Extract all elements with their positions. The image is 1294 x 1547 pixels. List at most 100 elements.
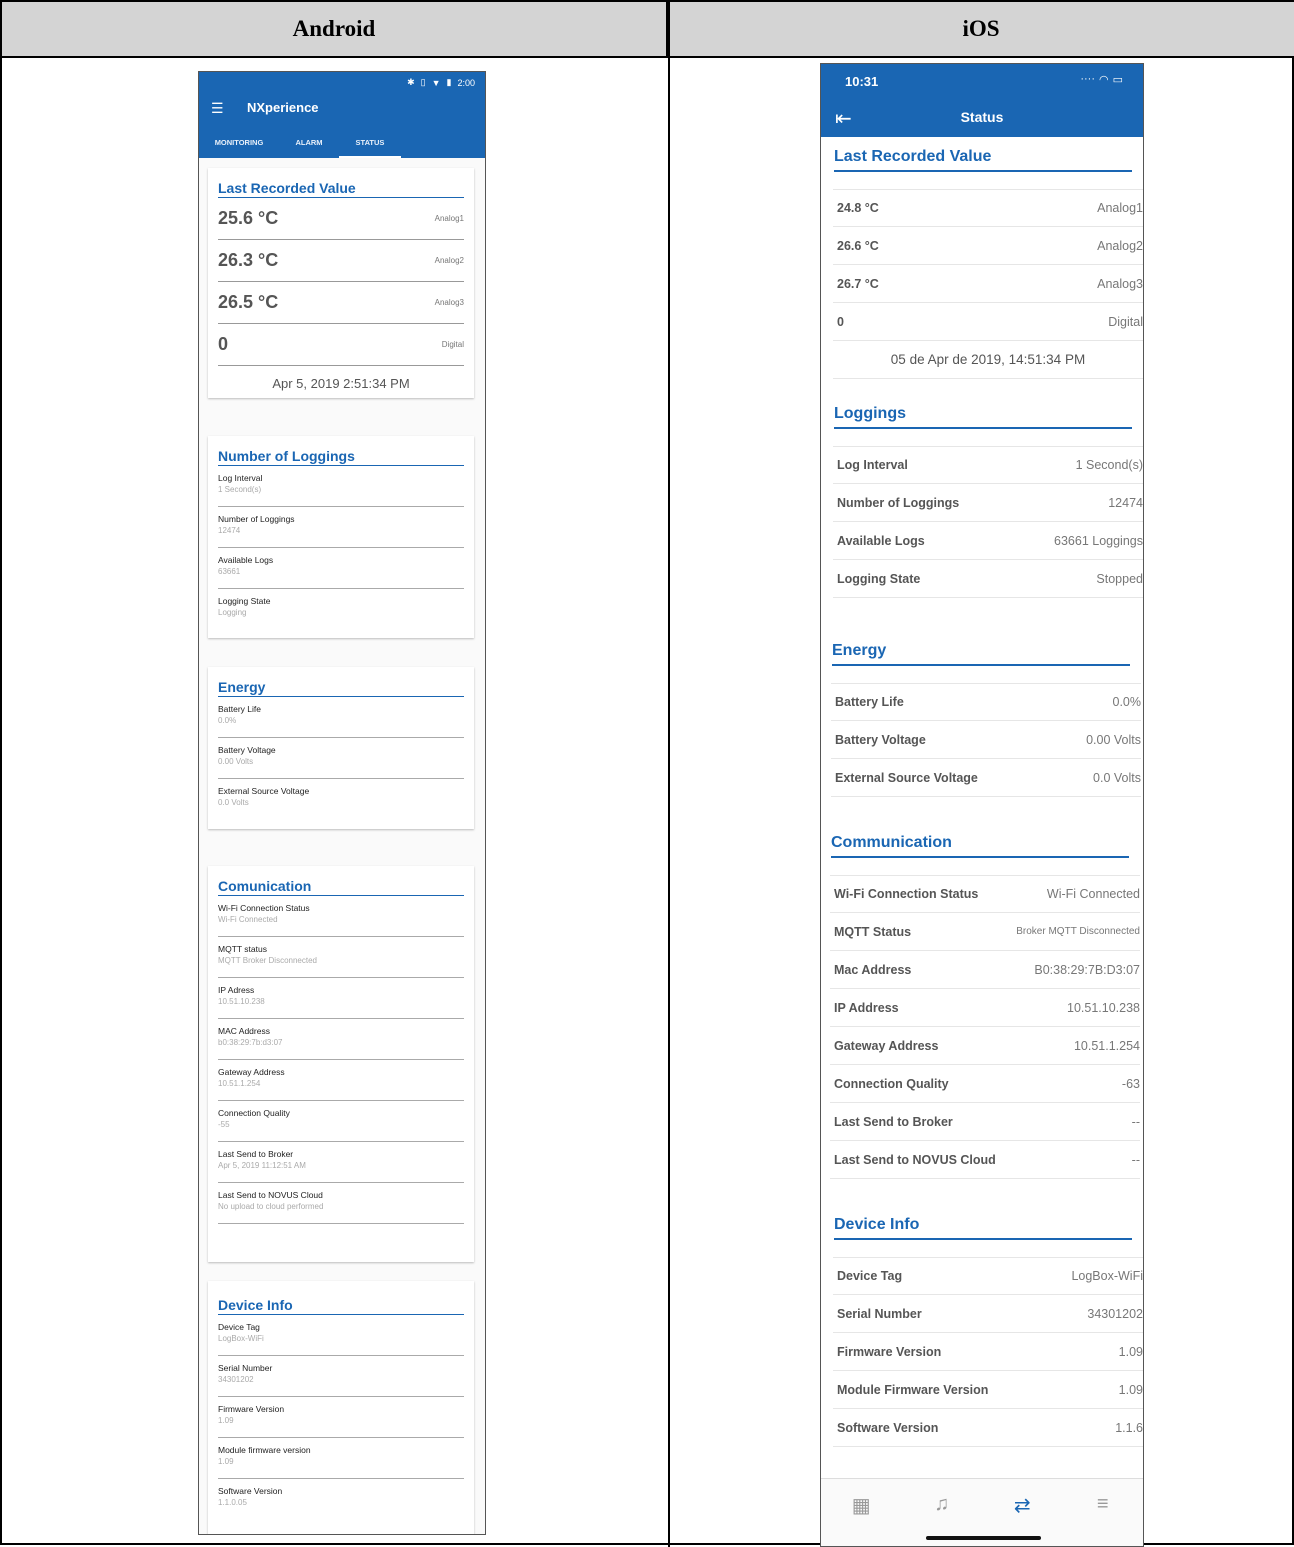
section-title: Energy [832,642,1130,666]
field-row: Last Send to NOVUS Cloud No upload to clo… [218,1183,464,1224]
field-value: 12474 [218,526,241,535]
column-divider [668,2,670,1547]
field-label: Serial Number [218,1363,273,1373]
field-value: 1.1.0.05 [218,1498,247,1507]
row-key: Number of Loggings [837,495,960,510]
row-value: Broker MQTT Disconnected [1016,926,1140,937]
row-value: Wi-Fi Connected [1046,887,1140,901]
tab-alarm[interactable]: ALARM [279,132,339,158]
section-title: Communication [831,834,1129,858]
field-row: Available Logs 63661 [218,548,464,589]
row-key: MQTT Status [834,924,912,939]
field-label: Available Logs [218,555,274,565]
field-row: Last Send to Broker Apr 5, 2019 11:12:51 … [218,1142,464,1183]
row-value: -- [1131,1114,1140,1129]
android-column-header: Android [2,2,668,58]
row-value: Analog1 [1097,201,1143,215]
row-key: Connection Quality [834,1076,949,1091]
field-row: Module firmware version 1.09 [218,1438,464,1479]
field-row: Firmware Version 1.09 [218,1397,464,1438]
field-value: 10.51.10.238 [218,997,265,1006]
field-row: Gateway Address 10.51.1.254 [218,1060,464,1101]
hamburger-menu-icon[interactable]: ☰ [211,100,224,117]
comparison-table: Android iOS ✱ ▯ ▼ ▮ 2:00 ☰ NXperience MO… [0,0,1294,1547]
row-value: 0.00 Volts [1086,732,1141,747]
field-label: Device Tag [218,1322,260,1332]
list-row: Log Interval 1 Second(s) [833,446,1143,484]
android-app-bar: ✱ ▯ ▼ ▮ 2:00 ☰ NXperience MONITORING ALA… [199,72,485,158]
list-row: Logging State Stopped [833,560,1143,598]
row-key: IP Address [834,1000,899,1015]
reading-value: 26.3 °C [218,250,279,270]
android-screenshot: ✱ ▯ ▼ ▮ 2:00 ☰ NXperience MONITORING ALA… [198,71,486,1535]
field-value: 10.51.1.254 [218,1079,261,1088]
row-value: Analog2 [1097,238,1143,253]
field-value: MQTT Broker Disconnected [218,956,317,965]
list-row: Software Version 1.1.6 [833,1409,1143,1447]
field-value: 1.09 [218,1416,234,1425]
list-row: Connection Quality -63 [830,1065,1140,1103]
card-title: Number of Loggings [218,436,464,466]
list-row: 26.7 °C Analog3 [833,265,1143,303]
list-row: Available Logs 63661 Loggings [833,522,1143,560]
card-title: Comunication [218,866,464,896]
reading-row: 26.5 °C Analog3 [218,282,464,324]
android-communication-card: Comunication Wi-Fi Connection Status Wi-F… [208,866,474,1262]
wifi-icon: ◠ [1098,74,1109,86]
reading-channel: Analog1 [434,214,464,223]
row-key: Battery Voltage [835,732,926,747]
row-value: Digital [1108,314,1143,329]
list-row: External Source Voltage 0.0 Volts [831,759,1141,797]
recorded-date: Apr 5, 2019 2:51:34 PM [272,376,410,391]
field-label: Module firmware version [218,1445,311,1455]
field-value: 1 Second(s) [218,485,262,494]
reading-channel: Analog3 [434,298,464,307]
energy-list: Battery Life 0.0% Battery Voltage 0.00 Vol… [831,683,1141,797]
tab-status[interactable]: STATUS [339,132,401,158]
card-title: Device Info [218,1281,464,1315]
recorded-date: 05 de Apr de 2019, 14:51:34 PM [833,341,1143,379]
ios-status-icons: ···· ◠ ▭ [1080,73,1123,86]
menu-icon[interactable]: ≡ [1083,1493,1123,1546]
field-value: Wi-Fi Connected [218,915,278,924]
field-row: External Source Voltage 0.0 Volts [218,779,464,820]
row-key: Gateway Address [834,1038,939,1053]
device-info-list: Device Tag LogBox-WiFi Serial Number 34301… [833,1257,1143,1447]
row-value: B0:38:29:7B:D3:07 [1034,962,1140,977]
list-row: IP Address 10.51.10.238 [830,989,1140,1027]
field-label: MQTT status [218,944,267,954]
tab-monitoring[interactable]: MONITORING [199,132,279,158]
bluetooth-icon: ✱ [407,77,415,87]
row-value: Analog3 [1097,276,1143,291]
field-value: 0.0% [218,716,237,725]
field-label: External Source Voltage [218,786,310,796]
monitoring-icon[interactable]: ▦ [841,1493,881,1546]
field-value: LogBox-WiFi [218,1334,264,1343]
list-row: Serial Number 34301202 [833,1295,1143,1333]
field-row: Wi-Fi Connection Status Wi-Fi Connected [218,896,464,937]
row-key: 24.8 °C [837,201,879,215]
android-tab-bar: MONITORING ALARM STATUS [199,132,485,158]
field-row: MAC Address b0:38:29:7b:d3:07 [218,1019,464,1060]
field-row: MQTT status MQTT Broker Disconnected [218,937,464,978]
field-label: Software Version [218,1486,283,1496]
row-value: Stopped [1096,571,1143,586]
field-row: Software Version 1.1.0.05 [218,1479,464,1520]
row-key: Logging State [837,571,921,586]
card-title: Energy [218,667,464,697]
home-indicator[interactable] [926,1536,1041,1540]
list-row: Last Send to Broker -- [830,1103,1140,1141]
field-value: Apr 5, 2019 11:12:51 AM [218,1161,306,1170]
wifi-icon: ▼ [431,77,441,88]
row-value: 1 Second(s) [1075,458,1143,472]
field-label: Connection Quality [218,1108,290,1118]
reading-value: 26.5 °C [218,292,279,312]
field-row: Connection Quality -55 [218,1101,464,1142]
list-row: Firmware Version 1.09 [833,1333,1143,1371]
row-value: 1.09 [1118,1344,1143,1359]
row-key: Wi-Fi Connection Status [834,887,979,901]
row-value: -63 [1121,1076,1140,1091]
android-last-recorded-card: Last Recorded Value 25.6 °C Analog1 26.3 … [208,168,474,398]
list-row: Last Send to NOVUS Cloud -- [830,1141,1140,1179]
list-row: 26.6 °C Analog2 [833,227,1143,265]
